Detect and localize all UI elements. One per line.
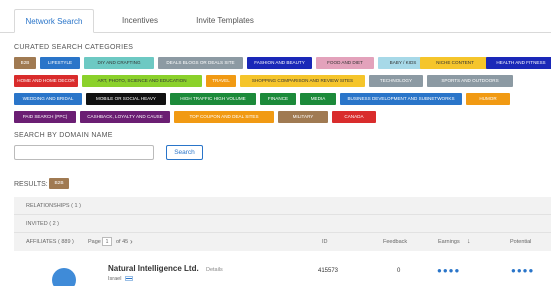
company-country: Israel [108, 276, 133, 282]
category-chip-niche-content[interactable]: NICHE CONTENT [420, 57, 490, 69]
category-chip-diy-and-crafting[interactable]: DIY AND CRAFTING [84, 57, 154, 69]
curated-categories-title: CURATED SEARCH CATEGORIES [14, 44, 134, 51]
results-filter-badge[interactable]: B2B [49, 178, 69, 189]
column-header-potential[interactable]: Potential [510, 233, 531, 251]
category-chip-fashion-and-beauty[interactable]: FASHION AND BEAUTY [247, 57, 312, 69]
category-chip-home-and-home-decor[interactable]: HOME AND HOME DECOR [14, 75, 78, 87]
row-potential-rating: ●●●● [511, 266, 535, 275]
category-chip-travel[interactable]: TRAVEL [206, 75, 236, 87]
israel-flag-icon [124, 276, 133, 282]
category-chip-paid-search-ppc[interactable]: PAID SEARCH (PPC) [14, 111, 76, 123]
page-number-wrap: 1 [102, 233, 112, 251]
category-chip-canada[interactable]: CANADA [332, 111, 376, 123]
column-header-earnings[interactable]: Earnings [438, 233, 460, 251]
category-chip-high-traffic-high-volume[interactable]: HIGH TRAFFIC HIGH VOLUME [170, 93, 256, 105]
category-chip-technology[interactable]: TECHNOLOGY [369, 75, 423, 87]
column-header-id[interactable]: ID [322, 233, 328, 251]
tab-network-search[interactable]: Network Search [14, 9, 94, 33]
category-chip-art-photo-science-and-education[interactable]: ART, PHOTO, SCIENCE AND EDUCATION [82, 75, 202, 87]
category-chip-humor[interactable]: HUMOR [466, 93, 510, 105]
category-chip-media[interactable]: MEDIA [300, 93, 336, 105]
category-chip-sports-and-outdoors[interactable]: SPORTS AND OUTDOORS [427, 75, 513, 87]
tab-invite-templates[interactable]: Invite Templates [185, 9, 265, 33]
avatar [52, 268, 76, 286]
tab-incentives[interactable]: Incentives [110, 9, 170, 33]
category-chip-finance[interactable]: FINANCE [260, 93, 296, 105]
category-chip-food-and-diet[interactable]: FOOD AND DIET [316, 57, 374, 69]
company-name[interactable]: Natural Intelligence Ltd. [108, 264, 199, 273]
category-chip-b2b[interactable]: B2B [14, 57, 36, 69]
category-chip-top-coupon-and-deal-sites[interactable]: TOP COUPON AND DEAL SITES [174, 111, 274, 123]
domain-search-title: SEARCH BY DOMAIN NAME [14, 132, 113, 139]
page-total-label: of 45 [116, 239, 129, 245]
category-chip-shopping-comparison-and-review-sites[interactable]: SHOPPING COMPARISON AND REVIEW SITES [240, 75, 365, 87]
category-chip-lifestyle[interactable]: LIFESTYLE [40, 57, 80, 69]
domain-search-input[interactable] [14, 145, 154, 160]
category-chip-business-development-and-subnetworks[interactable]: BUSINESS DEVELOPMENT AND SUBNETWORKS [340, 93, 462, 105]
table-row[interactable]: Natural Intelligence Ltd. Israel Details… [14, 258, 551, 286]
search-button[interactable]: Search [166, 145, 203, 160]
category-chip-health-and-fitness[interactable]: HEALTH AND FITNESS [486, 57, 551, 69]
affiliates-header-row: AFFILIATES ( 889 ) Page 1 of 45 › ID Fee… [14, 233, 551, 251]
affiliates-count[interactable]: AFFILIATES ( 889 ) [26, 233, 74, 251]
column-header-feedback[interactable]: Feedback [383, 233, 407, 251]
row-id: 415573 [318, 268, 339, 274]
row-earnings-rating: ●●●● [437, 266, 461, 275]
results-label: RESULTS: [14, 181, 48, 188]
row-feedback: 0 [397, 268, 401, 274]
next-page-icon[interactable]: › [130, 233, 133, 251]
page-prefix-label: Page [88, 239, 101, 245]
category-chip-deals-blogs-or-deals-site[interactable]: DEALS BLOGS OR DEALS SITE [158, 57, 243, 69]
page-number-input[interactable]: 1 [102, 237, 112, 247]
category-chip-wedding-and-bridal[interactable]: WEDDING AND BRIDAL [14, 93, 82, 105]
category-chip-military[interactable]: MILITARY [278, 111, 328, 123]
invited-section[interactable]: INVITED ( 2 ) [14, 215, 551, 233]
category-chip-cashback-loyalty-and-cause[interactable]: CASHBACK, LOYALTY AND CAUSE [80, 111, 170, 123]
category-chip-mobile-or-social-heavy[interactable]: MOBILE OR SOCIAL HEAVY [86, 93, 166, 105]
sort-arrow-down-icon[interactable]: ↓ [467, 233, 471, 251]
country-label: Israel [108, 276, 122, 282]
tab-bar: Network Search Incentives Invite Templat… [0, 0, 551, 33]
details-link[interactable]: Details [206, 267, 223, 273]
relationships-section[interactable]: RELATIONSHIPS ( 1 ) [14, 197, 551, 215]
